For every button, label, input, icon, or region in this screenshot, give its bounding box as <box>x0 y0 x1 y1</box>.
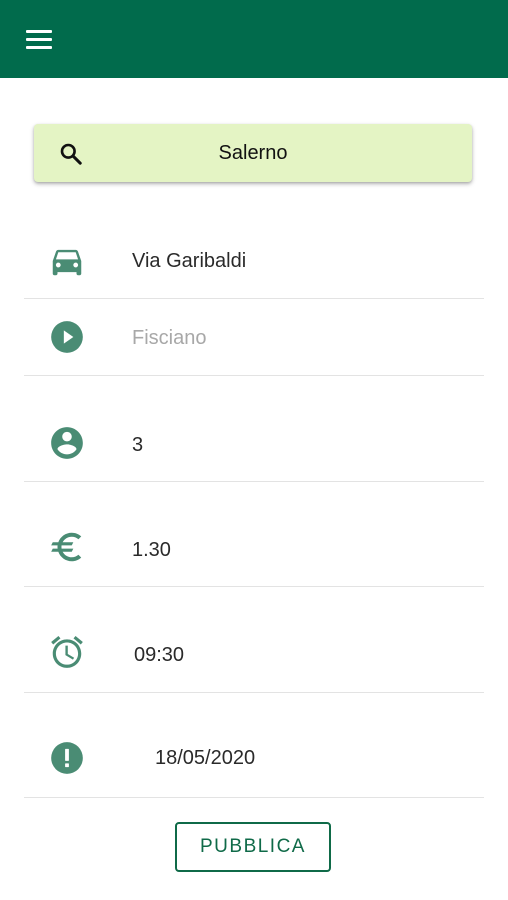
alarm-clock-icon <box>51 635 83 668</box>
price-value: 1.30 <box>132 539 171 561</box>
alert-circle-icon <box>51 742 83 774</box>
account-circle-icon <box>51 427 83 459</box>
euro-icon <box>51 532 82 562</box>
search-bar[interactable]: Salerno <box>34 124 472 182</box>
price-field[interactable]: 1.30 <box>24 482 484 587</box>
time-field[interactable]: 09:30 <box>24 587 484 693</box>
seats-value: 3 <box>132 434 144 456</box>
hamburger-menu-icon[interactable] <box>22 24 58 56</box>
app-bar <box>0 0 508 78</box>
play-circle-icon <box>51 321 83 353</box>
street-value: Via Garibaldi <box>132 250 247 272</box>
date-value: 18/05/2020 <box>155 747 256 769</box>
destination-placeholder: Fisciano <box>132 327 207 349</box>
publish-button[interactable]: PUBBLICA <box>175 822 331 872</box>
destination-field[interactable]: Fisciano <box>24 299 484 376</box>
street-field[interactable]: Via Garibaldi <box>24 222 484 299</box>
search-value: Salerno <box>218 142 288 164</box>
time-value: 09:30 <box>134 644 185 666</box>
car-icon <box>52 249 82 276</box>
date-field[interactable]: 18/05/2020 <box>24 693 484 798</box>
seats-field[interactable]: 3 <box>24 376 484 482</box>
